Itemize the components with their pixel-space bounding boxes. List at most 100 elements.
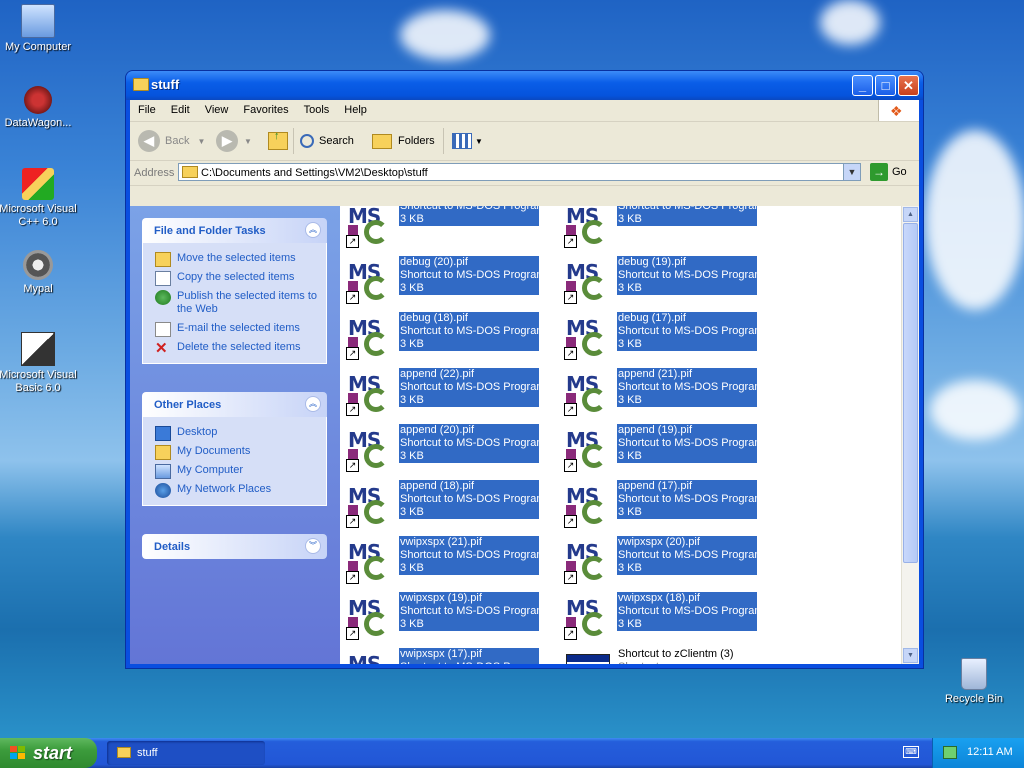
file-item[interactable]: MS ↗ vwipxspx (19).pif Shortcut to MS-DOS P… xyxy=(342,592,552,640)
place-my-documents[interactable]: My Documents xyxy=(143,442,326,461)
desktop-icon-visual-cpp[interactable]: Microsoft Visual C++ 6.0 xyxy=(0,168,78,229)
place-my-network-places[interactable]: My Network Places xyxy=(143,480,326,499)
back-button[interactable]: ◀ Back ▼ xyxy=(138,127,205,155)
details-header[interactable]: Details ︾ xyxy=(142,534,327,559)
desktop-icon-mypal[interactable]: Mypal xyxy=(0,250,78,296)
maximize-button[interactable]: □ xyxy=(875,75,896,96)
msdos-program-shortcut-icon: MS↗ xyxy=(564,484,608,528)
file-item[interactable]: MS↗ vwipxspx (17).pifShortcut to MS-DOS P… xyxy=(342,648,552,664)
network-tray-icon[interactable] xyxy=(943,746,957,759)
file-item[interactable]: MS ↗ vwipxspx (21).pif Shortcut to MS-DOS P… xyxy=(342,536,552,584)
toolbar-separator xyxy=(443,128,444,154)
file-label: append (19).pif Shortcut to MS-DOS Progra… xyxy=(617,424,757,463)
task-copy[interactable]: Copy the selected items xyxy=(143,268,326,287)
file-item[interactable]: MS ↗ append (18).pif Shortcut to MS-DOS Pro… xyxy=(342,480,552,528)
task-email[interactable]: E-mail the selected items xyxy=(143,319,326,338)
file-name: debug (20).pif xyxy=(400,256,468,268)
file-label: debug (20).pif Shortcut to MS-DOS Program… xyxy=(399,256,539,295)
task-publish[interactable]: Publish the selected items to the Web xyxy=(143,287,326,319)
menu-edit[interactable]: Edit xyxy=(163,100,197,116)
other-places-header[interactable]: Other Places ︽ xyxy=(142,392,327,417)
globe-icon xyxy=(155,290,171,305)
file-size: 3 KB xyxy=(400,338,424,350)
file-item[interactable]: MS ↗ append (17).pif Shortcut to MS-DOS Pro… xyxy=(560,480,770,528)
file-type: Shortcut to MS-DOS Program xyxy=(618,437,757,449)
move-icon xyxy=(155,252,171,267)
file-item[interactable]: MS ↗ append (19).pif Shortcut to MS-DOS Pro… xyxy=(560,424,770,472)
collapse-chevron-icon[interactable]: ︽ xyxy=(305,396,321,412)
file-item[interactable]: MS ↗ append (21).pif Shortcut to MS-DOS Pro… xyxy=(560,368,770,416)
search-icon xyxy=(300,134,314,148)
forward-button[interactable]: ▶ ▼ xyxy=(216,127,252,155)
search-button[interactable]: Search xyxy=(300,127,354,155)
scroll-thumb[interactable] xyxy=(903,223,918,563)
computer-icon xyxy=(155,464,171,479)
file-item[interactable]: MS ↗ Shortcut to MS-DOS Program 3 KB xyxy=(342,206,552,248)
file-label: vwipxspx (18).pif Shortcut to MS-DOS Prog… xyxy=(617,592,757,631)
folders-button[interactable]: Folders xyxy=(372,127,435,155)
file-item[interactable]: ↗ Shortcut to zClientm (3)Shortcut2 KB xyxy=(560,648,770,664)
file-type: Shortcut to MS-DOS Program xyxy=(400,381,539,393)
place-my-computer[interactable]: My Computer xyxy=(143,461,326,480)
file-name: vwipxspx (19).pif xyxy=(400,592,482,604)
vertical-scrollbar[interactable]: ▲ ▼ xyxy=(901,206,919,664)
chevron-down-icon: ▼ xyxy=(244,136,252,146)
file-size: 3 KB xyxy=(400,394,424,406)
up-folder-button[interactable]: ↑ xyxy=(268,127,288,155)
file-item[interactable]: MS ↗ debug (17).pif Shortcut to MS-DOS Prog… xyxy=(560,312,770,360)
file-size: 3 KB xyxy=(400,450,424,462)
file-folder-tasks-header[interactable]: File and Folder Tasks ︽ xyxy=(142,218,327,243)
scroll-up-arrow-icon[interactable]: ▲ xyxy=(903,207,918,222)
file-item[interactable]: MS ↗ Shortcut to MS-DOS Program 3 KB xyxy=(560,206,770,248)
windows-logo-icon: ❖ xyxy=(878,100,919,121)
start-button[interactable]: start xyxy=(0,738,97,768)
taskbar: start stuff ⌨ 12:11 AM xyxy=(0,738,1024,768)
file-label: vwipxspx (19).pif Shortcut to MS-DOS Prog… xyxy=(399,592,539,631)
file-item[interactable]: MS ↗ debug (18).pif Shortcut to MS-DOS Prog… xyxy=(342,312,552,360)
title-bar[interactable]: stuff _ □ ✕ xyxy=(126,71,923,100)
task-delete[interactable]: ✕ Delete the selected items xyxy=(143,338,326,357)
address-input[interactable]: C:\Documents and Settings\VM2\Desktop\st… xyxy=(178,163,861,181)
menu-favorites[interactable]: Favorites xyxy=(235,100,295,116)
file-item[interactable]: MS ↗ append (22).pif Shortcut to MS-DOS Pro… xyxy=(342,368,552,416)
chevron-down-icon: ▼ xyxy=(197,136,206,146)
file-name: append (17).pif xyxy=(618,480,692,492)
file-size: 3 KB xyxy=(618,338,642,350)
taskbar-item-stuff[interactable]: stuff xyxy=(107,741,265,765)
minimize-button[interactable]: _ xyxy=(852,75,873,96)
file-item[interactable]: MS ↗ debug (20).pif Shortcut to MS-DOS Prog… xyxy=(342,256,552,304)
file-item[interactable]: MS ↗ vwipxspx (18).pif Shortcut to MS-DOS P… xyxy=(560,592,770,640)
desktop-icon-datawagon[interactable]: DataWagon... xyxy=(0,86,78,130)
task-move[interactable]: Move the selected items xyxy=(143,249,326,268)
file-item[interactable]: MS ↗ debug (19).pif Shortcut to MS-DOS Prog… xyxy=(560,256,770,304)
desktop-icon-visual-basic[interactable]: Microsoft Visual Basic 6.0 xyxy=(0,332,78,395)
place-desktop[interactable]: Desktop xyxy=(143,423,326,442)
menu-help[interactable]: Help xyxy=(336,100,374,116)
desktop-icon-my-computer[interactable]: My Computer xyxy=(0,4,78,54)
desktop-icon xyxy=(155,426,171,441)
collapse-chevron-icon[interactable]: ︽ xyxy=(305,222,321,238)
menu-file[interactable]: File xyxy=(130,100,163,116)
chevron-down-icon[interactable]: ▼ xyxy=(843,164,860,180)
file-item[interactable]: MS ↗ vwipxspx (20).pif Shortcut to MS-DOS P… xyxy=(560,536,770,584)
expand-chevron-icon[interactable]: ︾ xyxy=(305,538,321,554)
keyboard-icon[interactable]: ⌨ xyxy=(903,746,919,758)
other-places-panel: Other Places ︽ Desktop My Documents My C… xyxy=(142,392,327,506)
visual-cpp-icon xyxy=(22,168,54,200)
file-label: debug (18).pif Shortcut to MS-DOS Program… xyxy=(399,312,539,351)
views-button[interactable]: ▼ xyxy=(452,127,483,155)
clock[interactable]: 12:11 AM xyxy=(967,746,1013,758)
menu-tools[interactable]: Tools xyxy=(296,100,337,116)
scroll-down-arrow-icon[interactable]: ▼ xyxy=(903,648,918,663)
msdos-program-shortcut-icon: MS↗ xyxy=(564,540,608,584)
network-icon xyxy=(155,483,171,498)
menu-view[interactable]: View xyxy=(197,100,236,116)
file-item[interactable]: MS ↗ append (20).pif Shortcut to MS-DOS Pro… xyxy=(342,424,552,472)
folder-icon xyxy=(133,78,149,91)
file-name: vwipxspx (21).pif xyxy=(400,536,482,548)
close-button[interactable]: ✕ xyxy=(898,75,919,96)
file-label: vwipxspx (21).pif Shortcut to MS-DOS Prog… xyxy=(399,536,539,575)
desktop-icon-recycle-bin[interactable]: Recycle Bin xyxy=(934,658,1014,706)
file-type: Shortcut to MS-DOS Program xyxy=(400,437,539,449)
go-button[interactable]: → Go xyxy=(870,163,907,181)
